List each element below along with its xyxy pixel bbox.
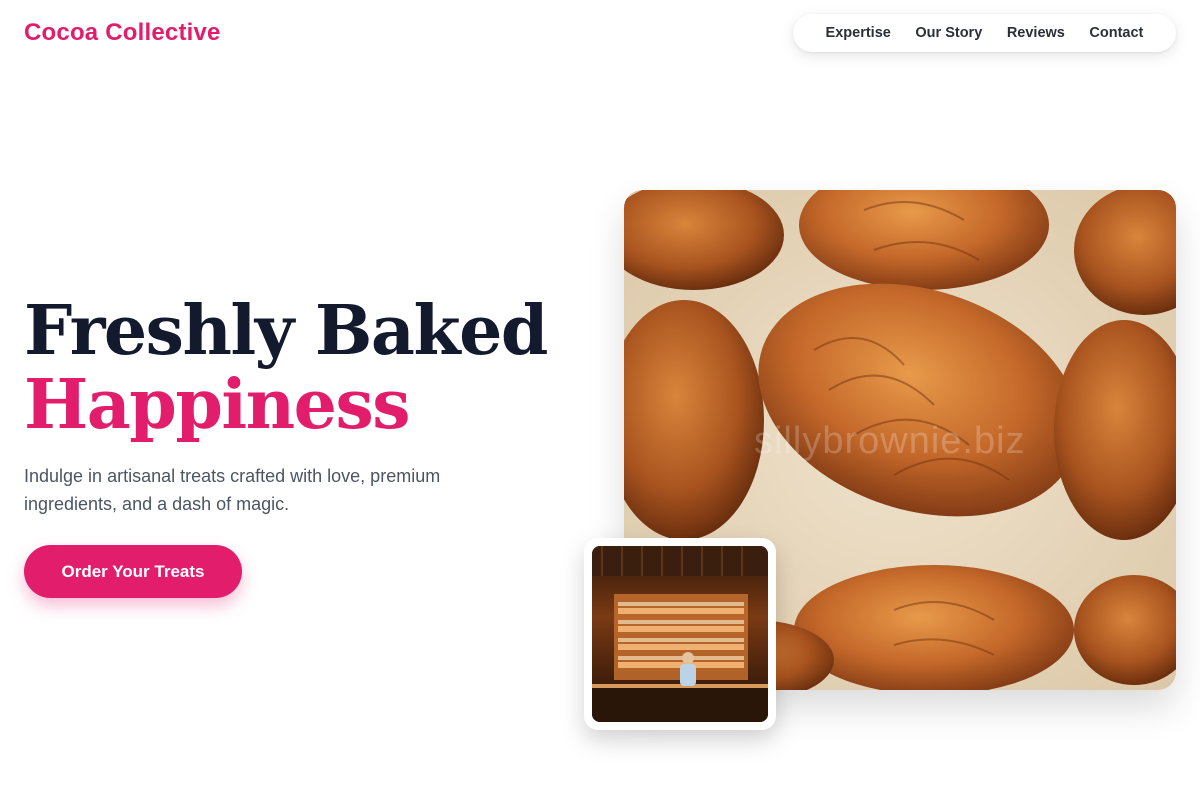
nav-link-our-story[interactable]: Our Story (915, 25, 982, 41)
main-nav: Expertise Our Story Reviews Contact (793, 14, 1176, 52)
hero-title: Freshly Baked Happiness (24, 291, 548, 445)
bakery-counter-image (592, 546, 768, 722)
hero-title-line1: Freshly Baked (24, 291, 548, 371)
nav-link-contact[interactable]: Contact (1089, 25, 1143, 41)
hero-title-line2: Happiness (24, 365, 411, 445)
hero-subtitle: Indulge in artisanal treats crafted with… (24, 466, 441, 514)
nav-link-expertise[interactable]: Expertise (826, 25, 891, 41)
order-treats-button[interactable]: Order Your Treats (24, 545, 242, 598)
bakery-inset-card (584, 538, 776, 730)
landing-page: Cocoa Collective Expertise Our Story Rev… (0, 0, 1200, 800)
nav-link-reviews[interactable]: Reviews (1007, 25, 1065, 41)
image-watermark: sillybrownie.biz (754, 420, 1026, 462)
brand-logo[interactable]: Cocoa Collective (24, 19, 221, 47)
